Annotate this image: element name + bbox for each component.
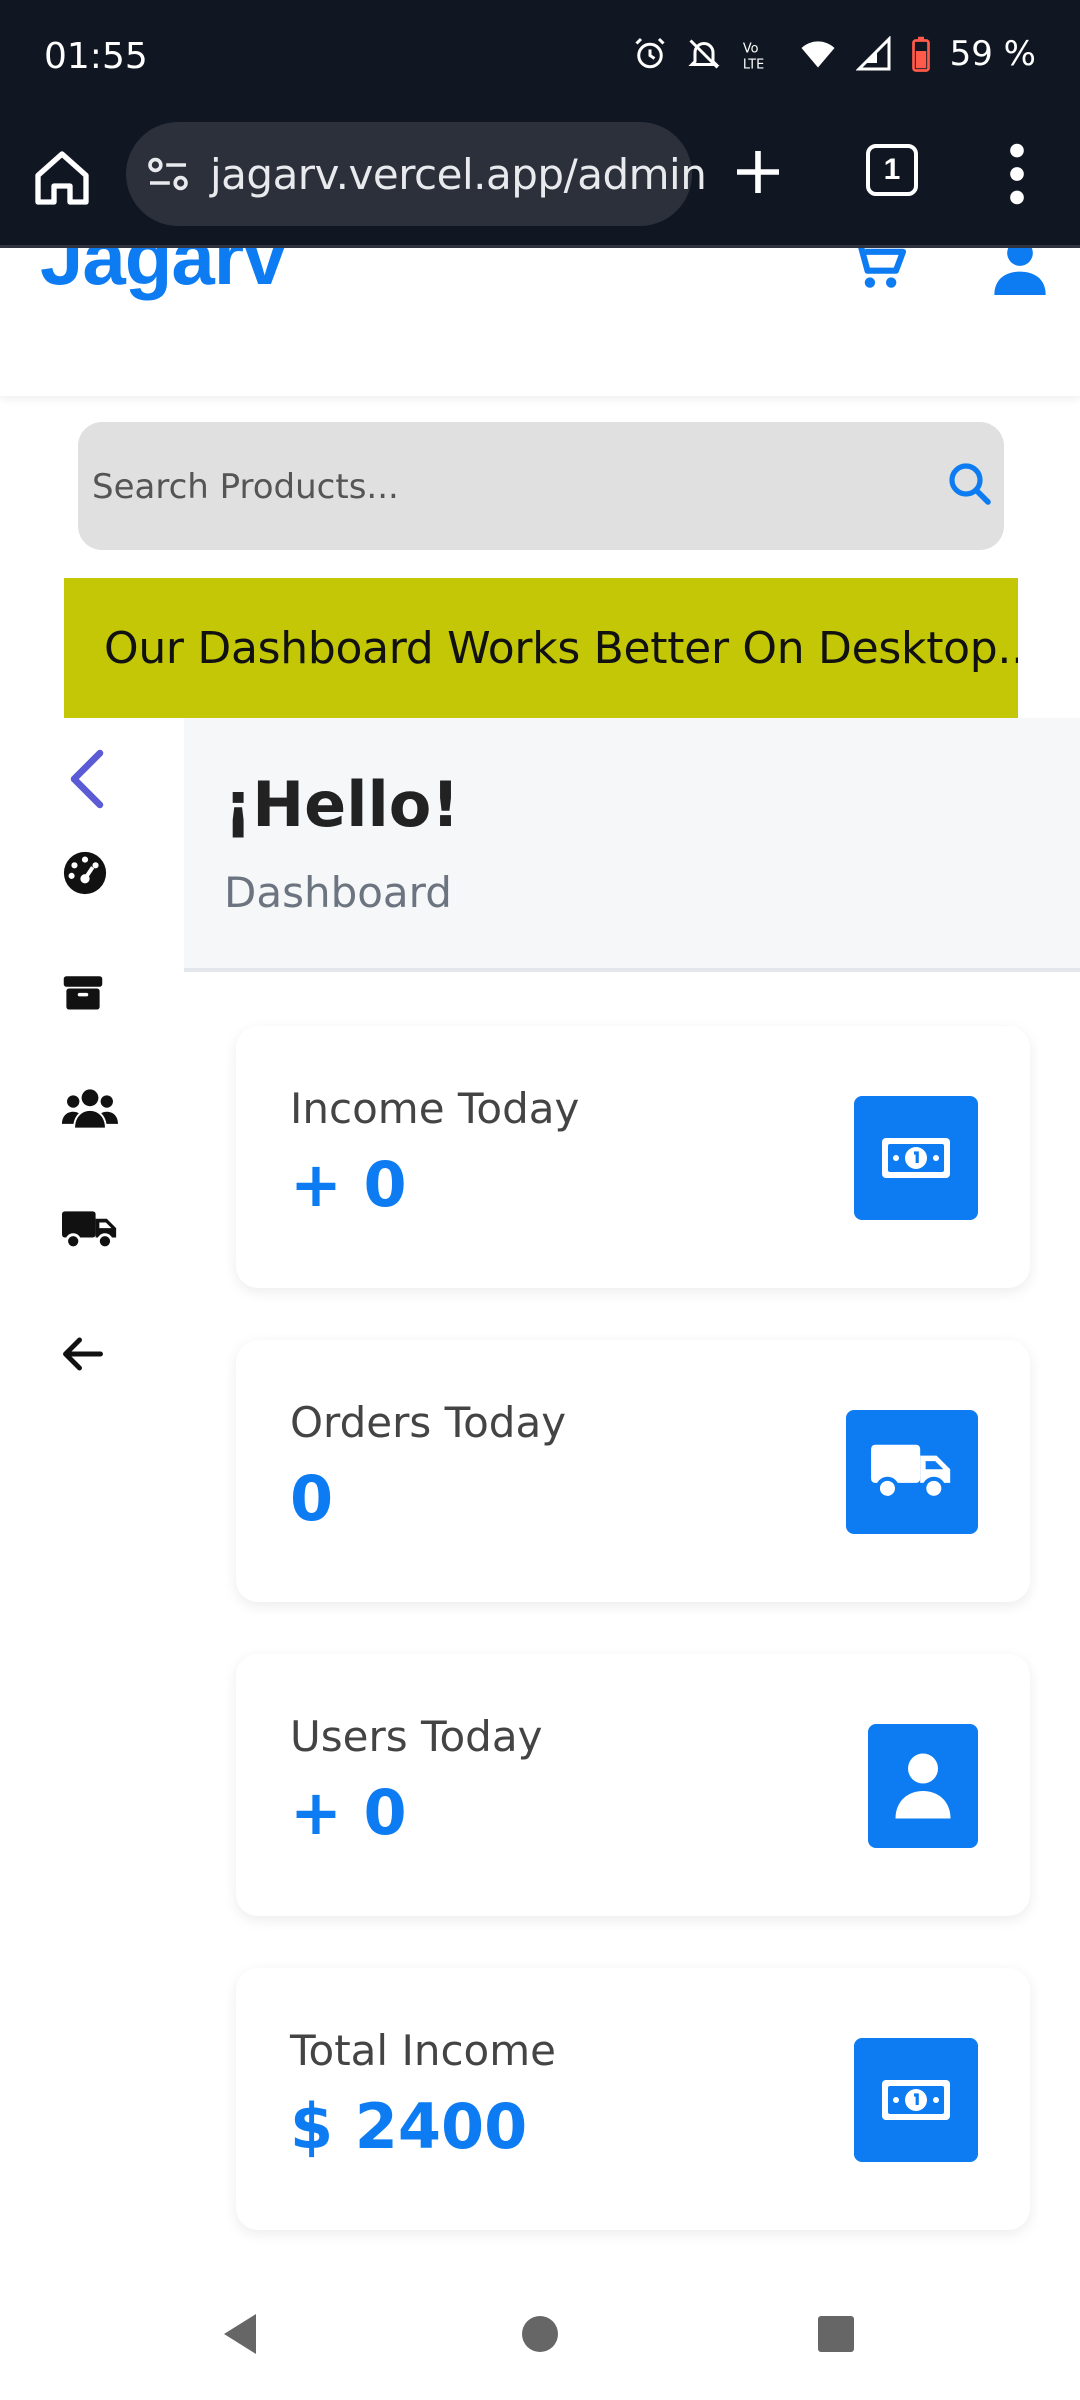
url-bar[interactable]: jagarv.vercel.app/admin [126, 122, 707, 226]
home-icon[interactable] [30, 146, 94, 210]
home-nav-icon[interactable] [520, 2314, 560, 2354]
stat-card-total-income: Total Income $ 2400 [236, 1968, 1030, 2230]
more-menu-icon[interactable] [1000, 142, 1034, 206]
mute-bell-icon [687, 39, 720, 69]
svg-text:LTE: LTE [742, 57, 763, 72]
svg-text:Vo: Vo [742, 42, 758, 57]
site-logo[interactable]: Jagarv [40, 248, 287, 303]
site-settings-icon[interactable] [146, 156, 190, 192]
box-icon[interactable] [62, 972, 104, 1012]
desktop-notice-banner: Our Dashboard Works Better On Desktop... [64, 578, 1018, 718]
chevron-left-icon[interactable] [66, 748, 108, 810]
admin-sidebar [0, 718, 184, 1378]
site-header: Jagarv [0, 248, 1080, 396]
stat-label: Income Today [290, 1084, 580, 1133]
url-text[interactable]: jagarv.vercel.app/admin [210, 150, 707, 199]
stat-value: + 0 [290, 1148, 407, 1221]
cart-icon[interactable] [848, 248, 906, 292]
stat-card-orders-today: Orders Today 0 [236, 1340, 1030, 1602]
dashboard-gauge-icon[interactable] [62, 850, 108, 896]
search-icon[interactable] [946, 460, 994, 508]
stat-label: Total Income [290, 2026, 556, 2075]
recents-icon[interactable] [816, 2314, 856, 2354]
battery-icon [911, 36, 930, 72]
new-tab-icon[interactable] [730, 144, 786, 200]
back-icon[interactable] [220, 2312, 260, 2356]
stat-value: + 0 [290, 1776, 407, 1849]
dashboard-header: ¡Hello! Dashboard [184, 718, 1080, 972]
page-title: Dashboard [224, 868, 452, 917]
stat-value: $ 2400 [290, 2090, 528, 2163]
volte-icon: VoLTE [742, 42, 763, 72]
system-nav-bar [0, 2260, 1080, 2400]
money-icon [854, 2038, 978, 2162]
user-icon [868, 1724, 978, 1848]
account-icon[interactable] [992, 248, 1048, 296]
stat-label: Users Today [290, 1712, 543, 1761]
greeting: ¡Hello! [224, 768, 460, 841]
tab-switcher-button[interactable]: 1 [866, 144, 918, 196]
search-input[interactable] [92, 452, 892, 522]
signal-icon [855, 36, 891, 71]
status-icons: Vo LTE 59 % [632, 34, 1036, 74]
alarm-icon [635, 37, 665, 69]
banner-text: Our Dashboard Works Better On Desktop... [104, 622, 1018, 674]
stat-card-users-today: Users Today + 0 [236, 1654, 1030, 1916]
wifi-icon [801, 41, 835, 68]
truck-icon [846, 1410, 978, 1534]
users-icon[interactable] [62, 1086, 118, 1132]
stat-label: Orders Today [290, 1398, 567, 1447]
status-bar: 01:55 Vo LTE 59 % [0, 0, 1080, 118]
stat-value: 0 [290, 1462, 334, 1535]
search-bar [78, 422, 1004, 550]
status-time: 01:55 [44, 36, 148, 77]
battery-percent: 59 % [949, 34, 1036, 74]
stat-card-income-today: Income Today + 0 [236, 1026, 1030, 1288]
money-icon [854, 1096, 978, 1220]
browser-toolbar: jagarv.vercel.app/admin 1 [0, 118, 1080, 248]
arrow-left-icon[interactable] [62, 1336, 104, 1372]
truck-icon[interactable] [62, 1208, 118, 1252]
